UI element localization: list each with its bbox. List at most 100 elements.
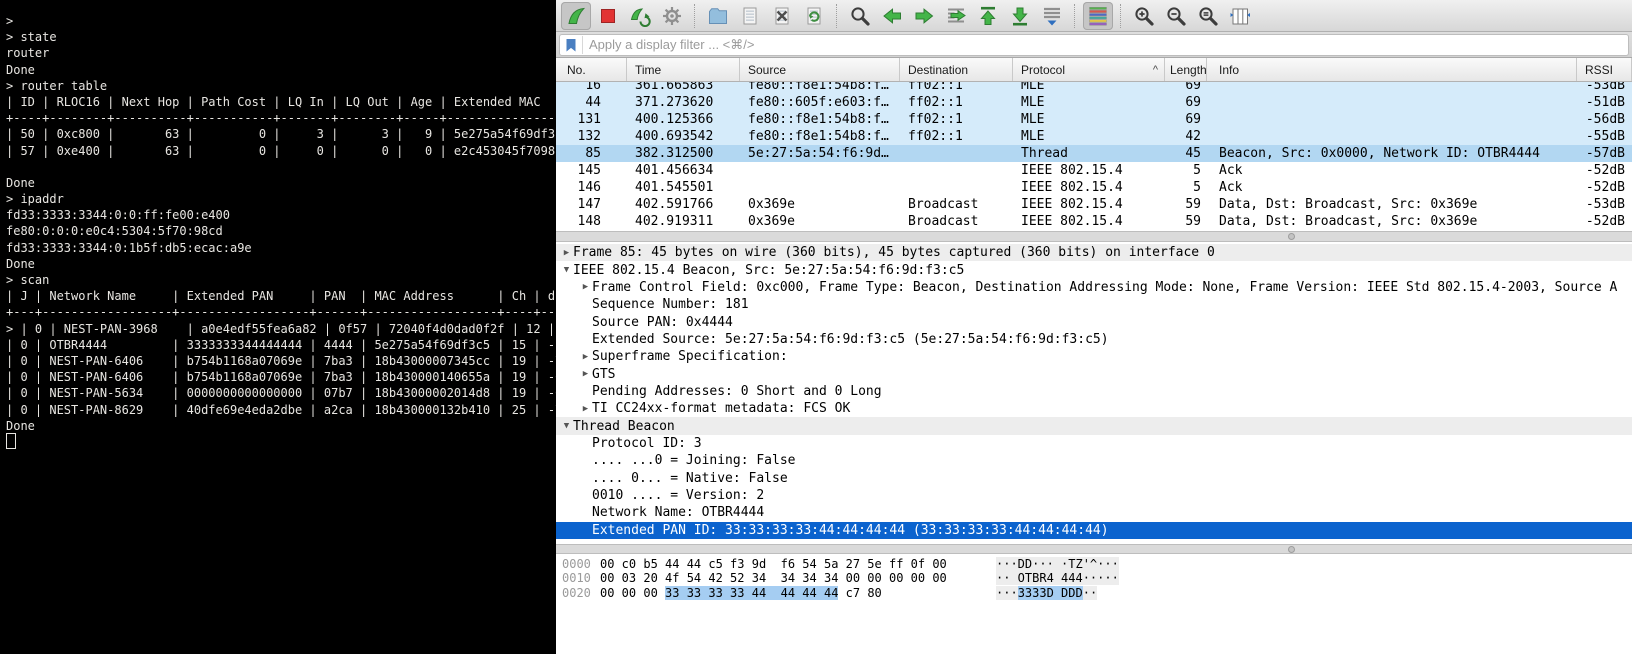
hex-bytes: 00 00 00 33 33 33 33 44 44 44 44 c7 80 xyxy=(600,586,882,600)
column-header-length[interactable]: Length xyxy=(1165,58,1207,81)
expand-arrow-icon[interactable]: ▶ xyxy=(579,282,592,292)
packet-row-131[interactable]: 131400.125366fe80::f8e1:54b8:f…ff02::1ML… xyxy=(556,111,1632,128)
packet-row-132[interactable]: 132400.693542fe80::f8e1:54b8:f…ff02::1ML… xyxy=(556,128,1632,145)
cell-destination: ff02::1 xyxy=(900,128,1013,145)
collapse-arrow-icon[interactable]: ▼ xyxy=(560,265,573,275)
go-first-icon xyxy=(977,5,999,27)
detail-text: Sequence Number: 181 xyxy=(592,297,749,312)
zoom-original-button[interactable] xyxy=(1193,2,1223,30)
detail-row[interactable]: Protocol ID: 3 xyxy=(556,435,1632,452)
display-filter-input[interactable] xyxy=(583,37,1628,52)
cell-destination xyxy=(900,179,1013,196)
column-header-rssi[interactable]: RSSI xyxy=(1577,58,1632,81)
cell-time: 401.545501 xyxy=(627,179,740,196)
colorize-button[interactable] xyxy=(1083,2,1113,30)
cell-no: 132 xyxy=(556,128,627,145)
packet-row-147[interactable]: 147402.5917660x369eBroadcastIEEE 802.15.… xyxy=(556,196,1632,213)
detail-row[interactable]: Pending Addresses: 0 Short and 0 Long xyxy=(556,383,1632,400)
packet-row-145[interactable]: 145401.456634IEEE 802.15.45Ack-52dB xyxy=(556,162,1632,179)
column-label: RSSI xyxy=(1585,63,1613,77)
capture-restart-button[interactable] xyxy=(625,2,655,30)
colorize-icon xyxy=(1087,5,1109,27)
column-header-destination[interactable]: Destination xyxy=(900,58,1013,81)
detail-row[interactable]: ▶Superframe Specification: xyxy=(556,348,1632,365)
hex-row-0020[interactable]: 002000 00 00 33 33 33 33 44 44 44 44 c7 … xyxy=(556,586,1632,600)
hex-row-0010[interactable]: 001000 03 20 4f 54 42 52 34 34 34 34 00 … xyxy=(556,571,1632,585)
cell-no: 148 xyxy=(556,213,627,230)
zoom-in-icon xyxy=(1133,5,1155,27)
capture-options-button[interactable] xyxy=(657,2,687,30)
detail-row[interactable]: ▶TI CC24xx-format metadata: FCS OK xyxy=(556,400,1632,417)
file-save-button[interactable] xyxy=(735,2,765,30)
cell-protocol: MLE xyxy=(1013,94,1165,111)
capture-stop-icon xyxy=(597,5,619,27)
cell-source: fe80::f8e1:54b8:f… xyxy=(740,128,900,145)
file-reload-button[interactable] xyxy=(799,2,829,30)
terminal-line: | 0 | OTBR4444 | 3333333344444444 | 4444… xyxy=(6,337,556,353)
terminal-line xyxy=(6,159,556,175)
go-previous-icon xyxy=(881,5,903,27)
auto-scroll-button[interactable] xyxy=(1037,2,1067,30)
splitter-dimple-icon xyxy=(1288,233,1295,240)
column-header-time[interactable]: Time xyxy=(627,58,740,81)
cell-length: 45 xyxy=(1165,145,1207,162)
filter-bookmark-icon[interactable] xyxy=(560,36,583,54)
detail-row[interactable]: .... 0... = Native: False xyxy=(556,469,1632,486)
detail-row[interactable]: ▶Frame Control Field: 0xc000, Frame Type… xyxy=(556,279,1632,296)
packet-row-148[interactable]: 148402.9193110x369eBroadcastIEEE 802.15.… xyxy=(556,213,1632,230)
splitter-dimple-icon xyxy=(1288,546,1295,553)
cell-protocol: IEEE 802.15.4 xyxy=(1013,162,1165,179)
detail-row[interactable]: Extended Source: 5e:27:5a:54:f6:9d:f3:c5… xyxy=(556,331,1632,348)
find-packet-button[interactable] xyxy=(845,2,875,30)
zoom-out-button[interactable] xyxy=(1161,2,1191,30)
column-header-protocol[interactable]: Protocol^ xyxy=(1013,58,1165,81)
detail-row[interactable]: 0010 .... = Version: 2 xyxy=(556,487,1632,504)
toolbar-separator xyxy=(836,4,838,28)
detail-row[interactable]: Network Name: OTBR4444 xyxy=(556,504,1632,521)
go-previous-button[interactable] xyxy=(877,2,907,30)
detail-row[interactable]: ▼Thread Beacon xyxy=(556,417,1632,434)
detail-row[interactable]: Extended PAN ID: 33:33:33:33:44:44:44:44… xyxy=(556,522,1632,539)
detail-row[interactable]: ▶GTS xyxy=(556,365,1632,382)
expand-arrow-icon[interactable]: ▶ xyxy=(579,404,592,414)
resize-columns-button[interactable] xyxy=(1225,2,1255,30)
terminal-line: > xyxy=(6,13,556,29)
packet-row-146[interactable]: 146401.545501IEEE 802.15.45Ack-52dB xyxy=(556,179,1632,196)
go-first-button[interactable] xyxy=(973,2,1003,30)
terminal-window[interactable]: >> staterouterDone> router table| ID | R… xyxy=(0,0,556,654)
file-open-button[interactable] xyxy=(703,2,733,30)
terminal-line: | 0 | NEST-PAN-8629 | 40dfe69e4eda2dbe |… xyxy=(6,402,556,418)
display-filter-field[interactable] xyxy=(559,34,1629,56)
terminal-line: Done xyxy=(6,256,556,272)
column-header-no[interactable]: No. xyxy=(556,58,627,81)
cell-time: 400.693542 xyxy=(627,128,740,145)
detail-row[interactable]: Sequence Number: 181 xyxy=(556,296,1632,313)
terminal-cursor[interactable] xyxy=(6,433,16,449)
capture-start-button[interactable] xyxy=(561,2,591,30)
detail-row[interactable]: Source PAN: 0x4444 xyxy=(556,313,1632,330)
list-details-splitter[interactable] xyxy=(556,231,1632,242)
zoom-in-button[interactable] xyxy=(1129,2,1159,30)
detail-row[interactable]: .... ...0 = Joining: False xyxy=(556,452,1632,469)
collapse-arrow-icon[interactable]: ▼ xyxy=(560,421,573,431)
expand-arrow-icon[interactable]: ▶ xyxy=(579,352,592,362)
packet-row-85[interactable]: 85382.3125005e:27:5a:54:f6:9d…Thread45Be… xyxy=(556,145,1632,162)
packet-row-44[interactable]: 44371.273620fe80::605f:e603:f…ff02::1MLE… xyxy=(556,94,1632,111)
go-last-button[interactable] xyxy=(1005,2,1035,30)
detail-row[interactable]: ▶Frame 85: 45 bytes on wire (360 bits), … xyxy=(556,244,1632,261)
cell-destination: ff02::1 xyxy=(900,82,1013,94)
go-next-icon xyxy=(913,5,935,27)
terminal-line: | 57 | 0xe400 | 63 | 0 | 0 | 0 | 0 | e2c… xyxy=(6,143,556,159)
details-bytes-splitter[interactable] xyxy=(556,544,1632,554)
packet-row-16[interactable]: 16361.665863fe80::f8e1:54b8:f…ff02::1MLE… xyxy=(556,82,1632,94)
detail-row[interactable]: ▼IEEE 802.15.4 Beacon, Src: 5e:27:5a:54:… xyxy=(556,261,1632,278)
expand-arrow-icon[interactable]: ▶ xyxy=(579,369,592,379)
expand-arrow-icon[interactable]: ▶ xyxy=(560,248,573,258)
column-header-info[interactable]: Info xyxy=(1207,58,1577,81)
file-close-button[interactable] xyxy=(767,2,797,30)
capture-stop-button[interactable] xyxy=(593,2,623,30)
hex-row-0000[interactable]: 000000 c0 b5 44 44 c5 f3 9d f6 54 5a 27 … xyxy=(556,557,1632,571)
go-to-packet-button[interactable] xyxy=(941,2,971,30)
go-next-button[interactable] xyxy=(909,2,939,30)
column-header-source[interactable]: Source xyxy=(740,58,900,81)
